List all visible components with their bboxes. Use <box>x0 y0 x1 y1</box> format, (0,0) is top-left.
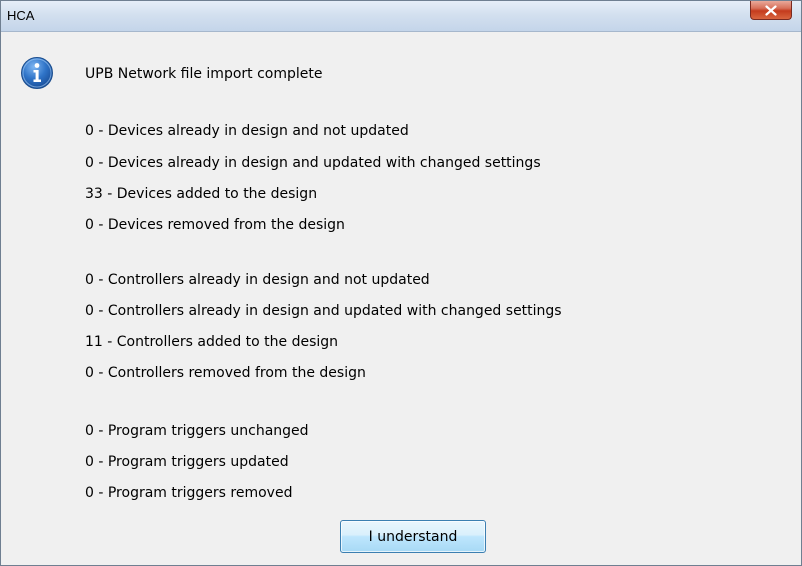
window-title: HCA <box>7 8 35 23</box>
dialog-body: UPB Network file import complete 0 - Dev… <box>2 32 800 564</box>
devices-removed: 0 - Devices removed from the design <box>85 217 345 233</box>
devices-not-updated: 0 - Devices already in design and not up… <box>85 123 409 139</box>
dialog-heading: UPB Network file import complete <box>85 66 323 82</box>
controllers-removed: 0 - Controllers removed from the design <box>85 365 366 381</box>
program-triggers-unchanged: 0 - Program triggers unchanged <box>85 423 309 439</box>
devices-updated: 0 - Devices already in design and update… <box>85 155 541 171</box>
controllers-added: 11 - Controllers added to the design <box>85 334 339 350</box>
close-button[interactable] <box>750 1 792 20</box>
dialog-window: HCA UPB Network file import complete 0 -… <box>0 0 802 566</box>
devices-added: 33 - Devices added to the design <box>85 186 318 202</box>
i-understand-button[interactable]: I understand <box>340 520 486 553</box>
controllers-not-updated: 0 - Controllers already in design and no… <box>85 272 430 288</box>
close-icon <box>765 4 777 16</box>
program-triggers-updated: 0 - Program triggers updated <box>85 454 289 470</box>
info-icon <box>21 57 53 89</box>
title-bar[interactable]: HCA <box>1 1 801 32</box>
program-triggers-removed: 0 - Program triggers removed <box>85 485 293 501</box>
controllers-updated: 0 - Controllers already in design and up… <box>85 303 562 319</box>
